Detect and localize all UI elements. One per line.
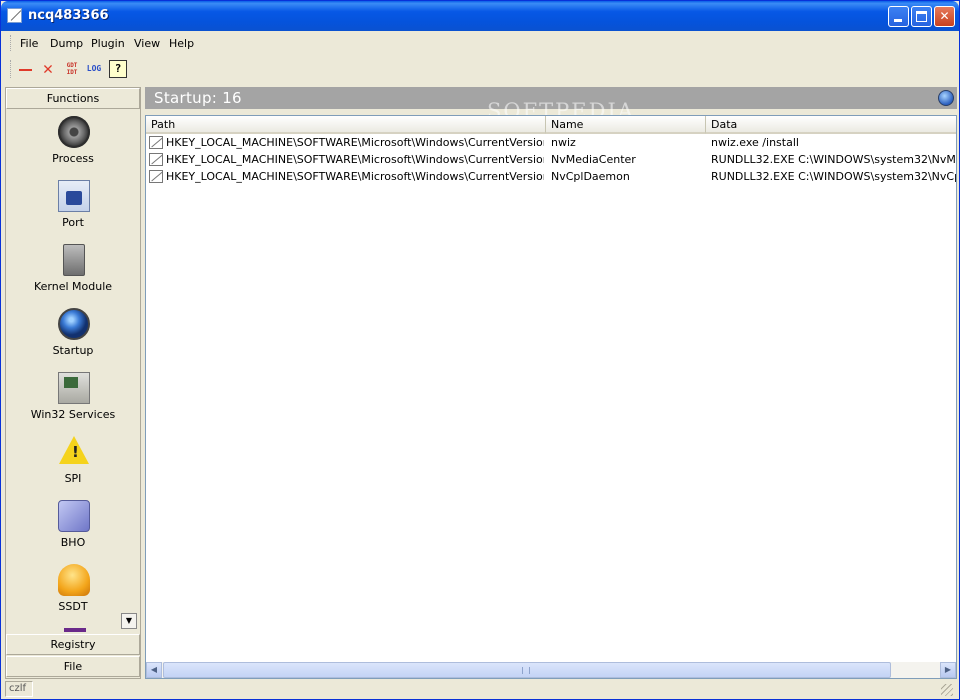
sidebar-item-kernel-module[interactable]: Kernel Module	[6, 240, 140, 302]
scroll-left-icon[interactable]: ◀	[146, 662, 162, 678]
minimize-icon	[894, 19, 902, 22]
minus-icon[interactable]	[17, 60, 35, 78]
sidebar-item-process[interactable]: Process	[6, 112, 140, 174]
startup-list[interactable]: Path Name Data HKEY_LOCAL_MACHINE\SOFTWA…	[145, 115, 957, 679]
cell-name: NvMediaCenter	[551, 153, 636, 166]
sidebar-item-label: Win32 Services	[30, 408, 116, 421]
maximize-button[interactable]	[911, 6, 932, 27]
sidebar: Functions Process Port Kernel Module Sta…	[5, 87, 141, 679]
cell-data: RUNDLL32.EXE C:\WINDOWS\system32\NvCpl.d…	[711, 170, 956, 183]
close-button[interactable]: ✕	[934, 6, 955, 27]
sidebar-item-label: SSDT	[58, 600, 88, 613]
table-row[interactable]: HKEY_LOCAL_MACHINE\SOFTWARE\Microsoft\Wi…	[146, 168, 956, 185]
resize-grip[interactable]	[941, 684, 953, 696]
port-icon	[58, 180, 90, 212]
scroll-down-button[interactable]: ▼	[121, 613, 137, 629]
cell-name: nwiz	[551, 136, 576, 149]
column-header-name[interactable]: Name	[546, 116, 706, 134]
scroll-grip	[522, 667, 530, 674]
bho-icon	[58, 500, 90, 532]
log-button[interactable]: LOG	[85, 60, 103, 78]
sidebar-item-label: BHO	[60, 536, 86, 549]
menu-view[interactable]: View	[134, 37, 160, 50]
cell-path: HKEY_LOCAL_MACHINE\SOFTWARE\Microsoft\Wi…	[166, 170, 544, 183]
toolbar-grip[interactable]	[10, 60, 13, 78]
bell-icon	[58, 564, 90, 596]
sidebar-item-port[interactable]: Port	[6, 176, 140, 238]
menu-bar: File Dump Plugin View Help	[5, 32, 957, 54]
cell-name: NvCplDaemon	[551, 170, 630, 183]
refresh-icon[interactable]	[938, 90, 954, 106]
status-text: czlf	[5, 681, 33, 697]
horizontal-scrollbar[interactable]: ◀ ▶	[146, 662, 956, 678]
computer-icon	[58, 372, 90, 404]
sidebar-item-bho[interactable]: BHO	[6, 496, 140, 558]
table-row[interactable]: HKEY_LOCAL_MACHINE\SOFTWARE\Microsoft\Wi…	[146, 134, 956, 151]
status-bar: czlf	[5, 681, 957, 699]
registry-entry-icon	[149, 136, 163, 149]
scroll-right-icon[interactable]: ▶	[940, 662, 956, 678]
column-header-path[interactable]: Path	[146, 116, 546, 134]
window-title: ncq483366	[28, 8, 109, 23]
gdt-idt-button[interactable]: GDT IDT	[63, 60, 81, 78]
sidebar-item-spi[interactable]: ! SPI	[6, 432, 140, 494]
menu-help[interactable]: Help	[169, 37, 194, 50]
sidebar-item-label: SPI	[64, 472, 82, 485]
minimize-button[interactable]	[888, 6, 909, 27]
menu-plugin[interactable]: Plugin	[91, 37, 125, 50]
cell-data: RUNDLL32.EXE C:\WINDOWS\system32\NvMcTra…	[711, 153, 956, 166]
column-header-data[interactable]: Data	[706, 116, 956, 134]
table-row[interactable]: HKEY_LOCAL_MACHINE\SOFTWARE\Microsoft\Wi…	[146, 151, 956, 168]
menu-dump[interactable]: Dump	[50, 37, 83, 50]
partial-item-icon	[64, 628, 86, 632]
cell-data: nwiz.exe /install	[711, 136, 799, 149]
cell-path: HKEY_LOCAL_MACHINE\SOFTWARE\Microsoft\Wi…	[166, 136, 544, 149]
registry-entry-icon	[149, 153, 163, 166]
app-icon	[7, 8, 22, 23]
sidebar-item-ssdt[interactable]: SSDT	[6, 560, 140, 622]
sidebar-item-win32-services[interactable]: Win32 Services	[6, 368, 140, 430]
delete-icon[interactable]: ✕	[39, 60, 57, 78]
scroll-thumb[interactable]	[163, 662, 891, 678]
cell-path: HKEY_LOCAL_MACHINE\SOFTWARE\Microsoft\Wi…	[166, 153, 544, 166]
panel-title: Startup: 16	[154, 89, 242, 107]
sidebar-item-label: Process	[52, 152, 94, 165]
toolbar: ✕ GDT IDT LOG ?	[5, 56, 957, 82]
maximize-icon	[916, 11, 927, 22]
sidebar-item-label: Kernel Module	[33, 280, 113, 293]
kernel-module-icon	[63, 244, 85, 276]
registry-header[interactable]: Registry	[6, 634, 140, 655]
gear-icon	[58, 116, 90, 148]
registry-entry-icon	[149, 170, 163, 183]
functions-header[interactable]: Functions	[6, 88, 140, 109]
sidebar-item-label: Port	[62, 216, 84, 229]
startup-icon	[58, 308, 90, 340]
sidebar-item-startup[interactable]: Startup	[6, 304, 140, 366]
title-bar[interactable]: ncq483366 ✕	[1, 1, 959, 31]
close-icon: ✕	[939, 9, 950, 23]
main-window: ncq483366 ✕ File Dump Plugin View Help ✕…	[0, 0, 960, 700]
file-header[interactable]: File	[6, 656, 140, 677]
menu-grip[interactable]	[10, 35, 13, 51]
sidebar-item-label: Startup	[52, 344, 94, 357]
function-list: Process Port Kernel Module Startup Win32…	[6, 110, 140, 633]
exclamation-glyph: !	[72, 443, 79, 461]
menu-file[interactable]: File	[20, 37, 38, 50]
help-icon[interactable]: ?	[109, 60, 127, 78]
